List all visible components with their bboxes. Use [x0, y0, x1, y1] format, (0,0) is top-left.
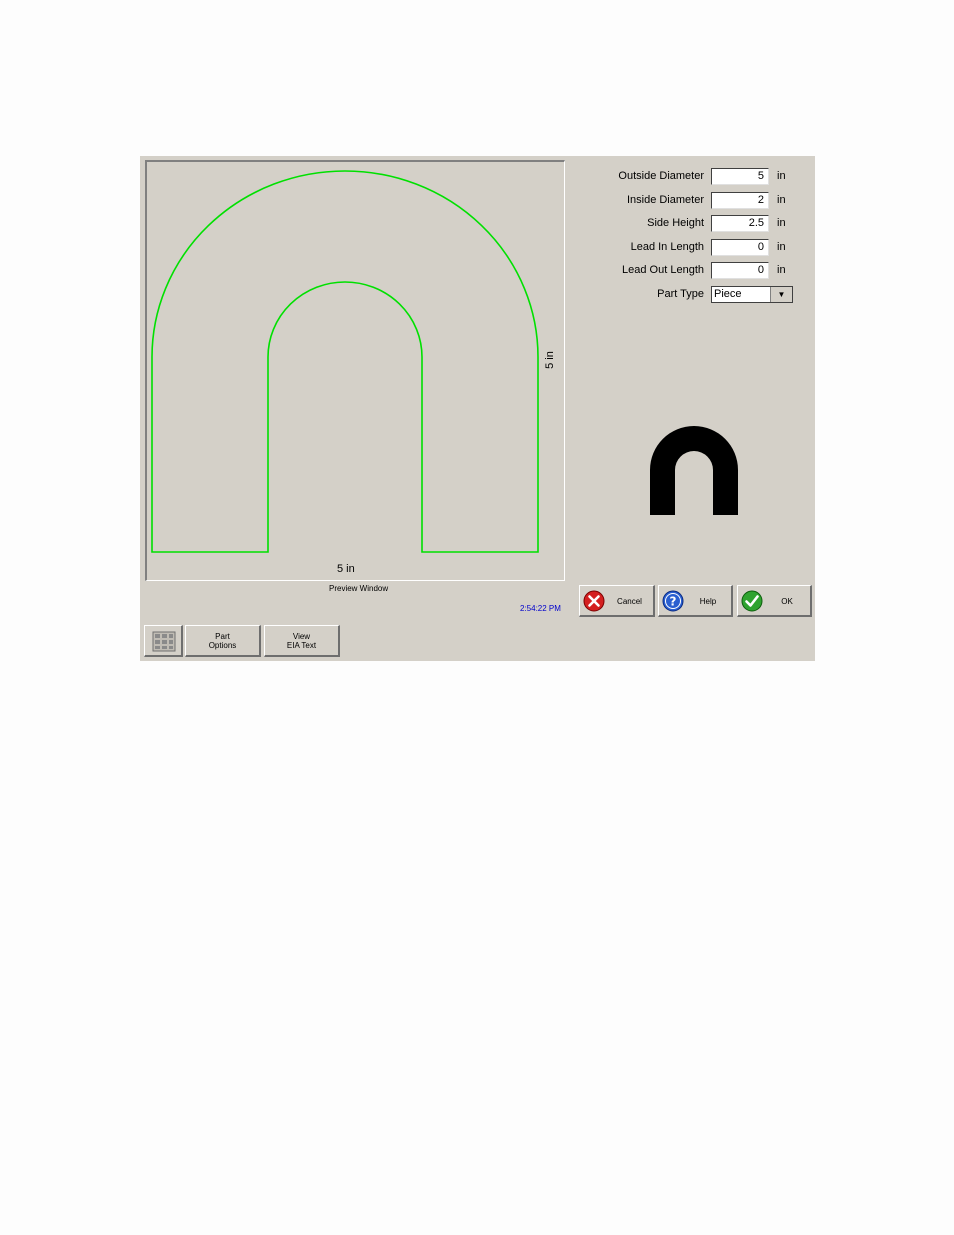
preview-caption: Preview Window: [329, 584, 389, 593]
shape-wizard-window: 5 in 5 in Preview Window 2:54:22 PM Outs…: [140, 156, 815, 661]
lead-out-length-input[interactable]: 0: [711, 262, 769, 279]
chevron-down-icon[interactable]: ▼: [770, 287, 792, 302]
inside-diameter-label: Inside Diameter: [626, 194, 704, 206]
side-height-unit: in: [777, 217, 786, 229]
outside-diameter-row: Outside Diameter 5 in: [610, 168, 815, 186]
outside-diameter-unit: in: [777, 170, 786, 182]
ok-button-label: OK: [781, 596, 793, 606]
inside-diameter-input[interactable]: 2: [711, 192, 769, 209]
lead-out-length-row: Lead Out Length 0 in: [610, 262, 815, 280]
part-outline-drawing: [151, 170, 539, 553]
help-button[interactable]: ? Help: [658, 585, 733, 617]
part-type-value: Piece: [714, 288, 742, 300]
width-dimension-label: 5 in: [337, 563, 355, 575]
lead-out-length-label: Lead Out Length: [622, 264, 704, 276]
part-options-button[interactable]: Part Options: [185, 625, 261, 657]
lead-out-length-unit: in: [777, 264, 786, 276]
lead-in-length-unit: in: [777, 241, 786, 253]
side-height-label: Side Height: [647, 217, 704, 229]
cancel-button[interactable]: Cancel: [579, 585, 655, 617]
preview-window: 5 in 5 in: [145, 160, 565, 581]
green-checkmark-icon: [741, 590, 763, 612]
part-options-line2: Options: [208, 641, 237, 650]
view-eia-text-button[interactable]: View EIA Text: [264, 625, 340, 657]
lead-in-length-label: Lead In Length: [630, 241, 704, 253]
help-button-label: Help: [699, 596, 717, 606]
u-shape-thumbnail-icon: [650, 426, 738, 515]
view-eia-line2: EIA Text: [286, 641, 317, 650]
lead-in-length-input[interactable]: 0: [711, 239, 769, 256]
part-options-line1: Part: [215, 632, 230, 641]
outside-diameter-label: Outside Diameter: [618, 170, 704, 182]
keypad-icon: [152, 631, 176, 652]
lead-in-length-row: Lead In Length 0 in: [610, 239, 815, 257]
side-height-input[interactable]: 2.5: [711, 215, 769, 232]
cancel-button-label: Cancel: [617, 596, 642, 606]
keypad-button[interactable]: [144, 625, 183, 657]
red-x-circle-icon: [583, 590, 605, 612]
question-circle-icon: ?: [662, 590, 684, 612]
ok-button[interactable]: OK: [737, 585, 812, 617]
view-eia-line1: View: [292, 632, 311, 641]
inside-diameter-row: Inside Diameter 2 in: [610, 192, 815, 210]
part-outline-path: [151, 170, 539, 553]
part-type-select[interactable]: Piece ▼: [711, 286, 793, 303]
part-type-label: Part Type: [657, 288, 704, 300]
outside-diameter-input[interactable]: 5: [711, 168, 769, 185]
height-dimension-label: 5 in: [543, 351, 556, 369]
side-height-row: Side Height 2.5 in: [610, 215, 815, 233]
svg-text:?: ?: [670, 595, 677, 609]
clock-readout: 2:54:22 PM: [520, 604, 561, 613]
inside-diameter-unit: in: [777, 194, 786, 206]
part-type-row: Part Type Piece ▼: [610, 286, 815, 304]
